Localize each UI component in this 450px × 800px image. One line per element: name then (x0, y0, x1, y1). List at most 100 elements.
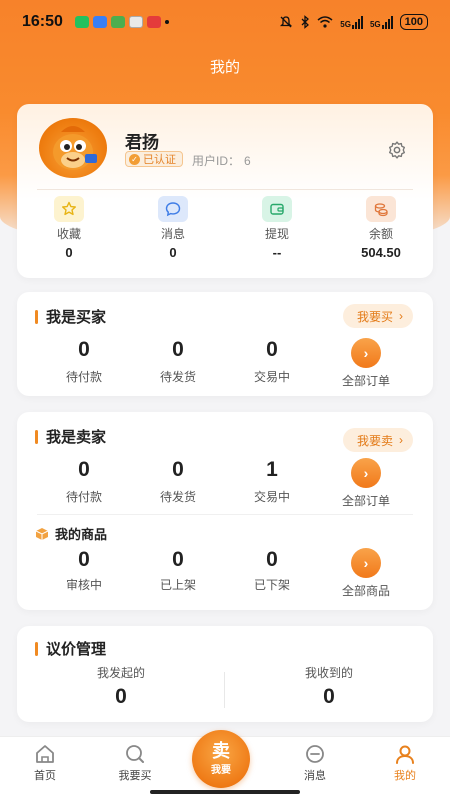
buy-button-label: 我要买 (356, 309, 393, 324)
user-id-value: 6 (244, 154, 251, 168)
stat-value: 0 (65, 245, 73, 260)
counter-label: 待发货 (159, 370, 196, 384)
counter-in-trade[interactable]: 1 交易中 (225, 458, 319, 509)
counter-value: 0 (172, 458, 184, 481)
counter-value: 0 (266, 548, 278, 571)
counter-under-review[interactable]: 0 审核中 (37, 548, 131, 599)
counter-label: 待付款 (65, 370, 102, 384)
chevron-right-icon: › (351, 338, 381, 368)
stat-label: 余额 (368, 227, 393, 241)
stat-messages[interactable]: 消息 0 (121, 196, 225, 260)
gear-icon[interactable] (387, 140, 407, 160)
signal-icon: 5G (340, 15, 363, 29)
counter-label: 审核中 (65, 578, 102, 592)
signal-label: 5G (369, 19, 381, 29)
signal-label: 5G (340, 19, 351, 29)
counter-pending-shipment[interactable]: 0 待发货 (131, 338, 225, 389)
bargain-received-label: 我收到的 (304, 666, 353, 680)
chevron-right-icon: › (399, 433, 403, 447)
all-orders-button[interactable]: › 全部订单 (319, 338, 413, 389)
counter-pending-payment[interactable]: 0 待付款 (37, 458, 131, 509)
stat-value: 0 (169, 245, 177, 260)
stat-label: 提现 (264, 227, 289, 241)
coins-icon (366, 196, 396, 222)
home-icon (36, 745, 54, 763)
counter-pending-shipment[interactable]: 0 待发货 (131, 458, 225, 509)
counter-pending-payment[interactable]: 0 待付款 (37, 338, 131, 389)
avatar[interactable] (39, 118, 107, 178)
counter-value: 0 (172, 548, 184, 571)
section-header: 议价管理 (35, 638, 106, 659)
sell-center-button[interactable]: 卖 我要 (192, 730, 250, 788)
search-icon (126, 745, 144, 763)
bargain-received[interactable]: 我收到的 0 (225, 664, 433, 709)
products-title: 我的商品 (55, 527, 108, 542)
stat-balance[interactable]: 余额 504.50 (329, 196, 433, 260)
all-products-button[interactable]: › 全部商品 (319, 548, 413, 599)
stats-row: 收藏 0 消息 0 提现 -- 余额 504.50 (17, 196, 433, 260)
nav-mine[interactable]: 我的 (360, 737, 450, 800)
app-icon (146, 16, 161, 28)
product-counters: 0 审核中 0 已上架 0 已下架 › 全部商品 (37, 548, 413, 599)
counter-value: 0 (172, 338, 184, 361)
counter-in-trade[interactable]: 0 交易中 (225, 338, 319, 389)
stat-withdraw[interactable]: 提现 -- (225, 196, 329, 260)
seller-card: 我是卖家 我要卖 › 0 待付款 0 待发货 1 交易中 › 全部订单 我的商品 (17, 412, 433, 610)
mascot-avatar-icon (53, 126, 97, 170)
box-icon (35, 527, 49, 540)
chevron-right-icon: › (351, 548, 381, 578)
section-title: 我是买家 (46, 309, 107, 326)
counter-listed[interactable]: 0 已上架 (131, 548, 225, 599)
sell-button[interactable]: 我要卖 › (342, 428, 413, 452)
products-header: 我的商品 (35, 524, 107, 543)
stat-value: -- (272, 245, 282, 260)
seller-counters: 0 待付款 0 待发货 1 交易中 › 全部订单 (37, 458, 413, 509)
wallet-icon (262, 196, 292, 222)
buy-button[interactable]: 我要买 › (342, 304, 413, 328)
divider (37, 189, 413, 190)
battery-indicator: 100 (399, 14, 428, 30)
nav-label: 消息 (304, 770, 326, 782)
nav-home[interactable]: 首页 (0, 737, 90, 800)
mute-icon (280, 16, 293, 28)
section-header: 我是卖家 (35, 426, 106, 447)
counter-label: 已上架 (159, 578, 196, 592)
stat-label: 消息 (160, 227, 185, 241)
status-bar: 16:50 5G 5G 100 (0, 0, 450, 44)
buyer-counters: 0 待付款 0 待发货 0 交易中 › 全部订单 (37, 338, 413, 389)
divider (37, 514, 413, 515)
counter-label: 待发货 (159, 490, 196, 504)
wifi-icon (317, 16, 333, 28)
counter-value: 1 (266, 458, 278, 481)
sell-small-label: 我要 (211, 765, 231, 776)
section-accent-bar (35, 309, 38, 324)
verified-badge: ✓ 已认证 (125, 151, 183, 167)
stat-label: 收藏 (56, 227, 81, 241)
bargain-initiated[interactable]: 我发起的 0 (17, 664, 225, 709)
message-icon (158, 196, 188, 222)
nav-label: 我的 (394, 770, 416, 782)
sell-button-label: 我要卖 (356, 433, 393, 448)
app-icon (110, 16, 125, 28)
page-title: 我的 (209, 59, 240, 76)
chevron-right-icon: › (351, 458, 381, 488)
bargain-initiated-label: 我发起的 (96, 666, 145, 680)
nav-label: 我要买 (118, 770, 152, 782)
all-orders-button[interactable]: › 全部订单 (319, 458, 413, 509)
counter-delisted[interactable]: 0 已下架 (225, 548, 319, 599)
status-time: 16:50 (22, 13, 63, 30)
chat-icon (306, 745, 324, 763)
bargain-card: 议价管理 我发起的 0 我收到的 0 (17, 626, 433, 722)
app-icon (128, 16, 143, 28)
all-orders-label: 全部订单 (341, 374, 390, 388)
stat-favorites[interactable]: 收藏 0 (17, 196, 121, 260)
user-name: 君扬 (125, 133, 159, 152)
sell-big-label: 卖 (212, 741, 230, 761)
wechat-icon (74, 16, 89, 28)
section-title: 议价管理 (46, 641, 107, 658)
bargain-received-value: 0 (323, 685, 335, 708)
all-products-label: 全部商品 (341, 584, 390, 598)
bluetooth-icon (301, 15, 310, 29)
all-orders-label: 全部订单 (341, 494, 390, 508)
user-icon (396, 745, 414, 764)
